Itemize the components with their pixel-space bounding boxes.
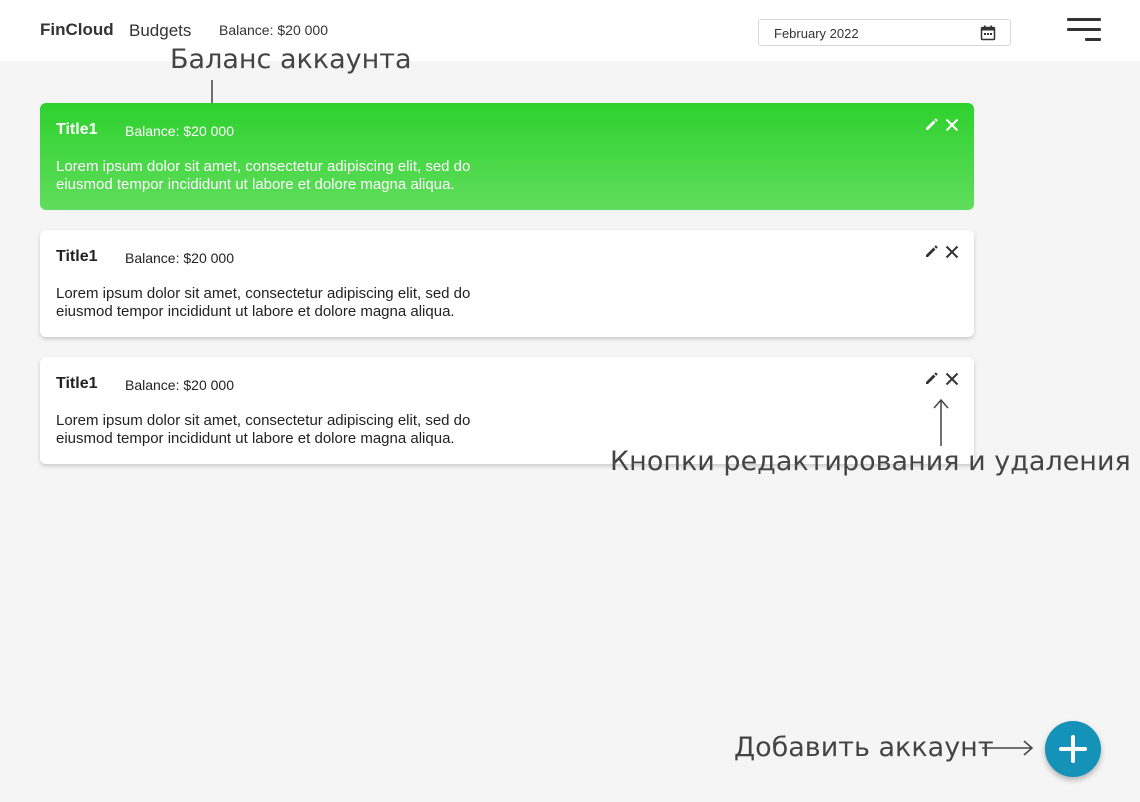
add-account-button[interactable]	[1045, 721, 1101, 777]
pencil-icon[interactable]	[925, 117, 939, 131]
card-title: Title1	[56, 248, 98, 265]
card-description: Lorem ipsum dolor sit amet, consectetur …	[56, 158, 471, 193]
arrow-right-icon	[982, 740, 1034, 756]
account-card[interactable]: Title1 Balance: $20 000 Lorem ipsum dolo…	[40, 230, 974, 337]
annotation-buttons: Кнопки редактирования и удаления	[610, 446, 1131, 477]
plus-icon	[1059, 735, 1087, 763]
nav-budgets-link[interactable]: Budgets	[129, 21, 191, 41]
card-title: Title1	[56, 121, 98, 138]
date-picker-value: February 2022	[774, 26, 859, 41]
close-icon[interactable]	[944, 371, 960, 387]
annotation-balance: Баланс аккаунта	[170, 44, 412, 75]
account-card[interactable]: Title1 Balance: $20 000 Lorem ipsum dolo…	[40, 103, 974, 210]
card-balance: Balance: $20 000	[125, 377, 234, 393]
pencil-icon[interactable]	[925, 371, 939, 385]
card-balance: Balance: $20 000	[125, 123, 234, 139]
close-icon[interactable]	[944, 244, 960, 260]
card-title: Title1	[56, 375, 98, 392]
card-description: Lorem ipsum dolor sit amet, consectetur …	[56, 285, 471, 320]
calendar-icon[interactable]	[980, 25, 996, 41]
close-icon[interactable]	[944, 117, 960, 133]
brand-logo[interactable]: FinCloud	[40, 20, 114, 40]
pencil-icon[interactable]	[925, 244, 939, 258]
header-balance: Balance: $20 000	[219, 22, 328, 38]
month-date-picker[interactable]: February 2022	[758, 19, 1011, 46]
annotation-add-account: Добавить аккаунт	[734, 732, 994, 763]
hamburger-menu-icon[interactable]	[1067, 18, 1101, 42]
card-description: Lorem ipsum dolor sit amet, consectetur …	[56, 412, 471, 447]
arrow-up-icon	[933, 398, 949, 446]
card-balance: Balance: $20 000	[125, 250, 234, 266]
